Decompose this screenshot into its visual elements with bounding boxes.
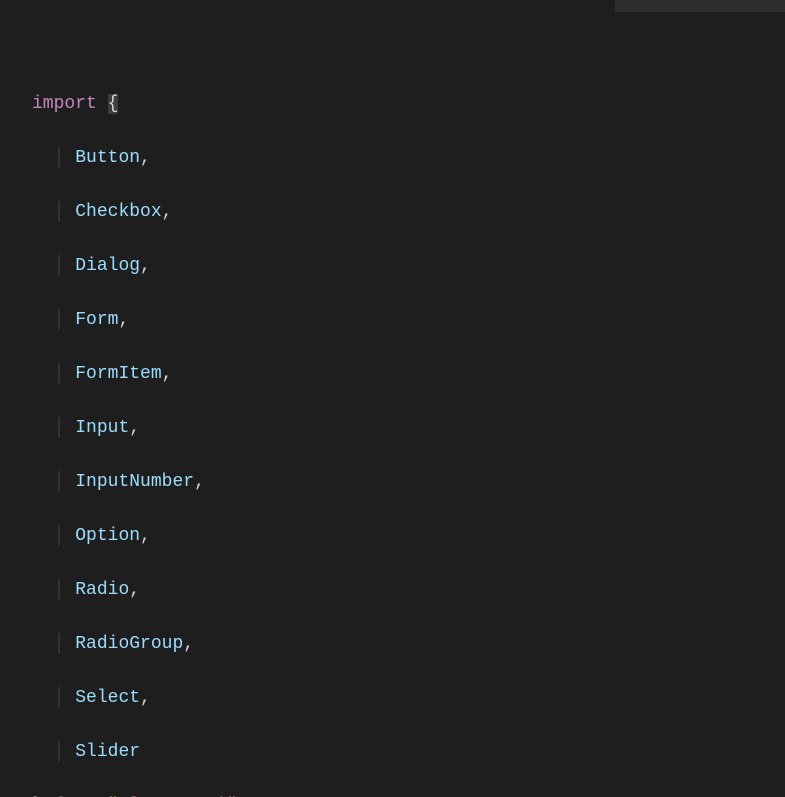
code-line: │ Option, xyxy=(32,523,785,550)
import-item: Form xyxy=(75,310,118,330)
import-item: FormItem xyxy=(75,364,161,384)
import-item: Dialog xyxy=(75,256,140,276)
code-line: │ Select, xyxy=(32,685,785,712)
import-item: Slider xyxy=(75,742,140,762)
code-line: │ InputNumber, xyxy=(32,469,785,496)
import-item: Checkbox xyxy=(75,202,161,222)
code-line: │ Form, xyxy=(32,307,785,334)
code-line: import { xyxy=(32,91,785,118)
import-item: Select xyxy=(75,688,140,708)
import-item: Radio xyxy=(75,580,129,600)
code-line: │ Dialog, xyxy=(32,253,785,280)
import-item: InputNumber xyxy=(75,472,194,492)
brace-open: { xyxy=(108,94,119,114)
code-line: │ Radio, xyxy=(32,577,785,604)
code-line: } from "element-ui"; xyxy=(32,793,785,797)
import-item: Option xyxy=(75,526,140,546)
import-item: RadioGroup xyxy=(75,634,183,654)
code-line: │ Input, xyxy=(32,415,785,442)
code-line: │ Checkbox, xyxy=(32,199,785,226)
code-line: │ Button, xyxy=(32,145,785,172)
code-editor[interactable]: import { │ Button, │ Checkbox, │ Dialog,… xyxy=(0,0,785,797)
minimap[interactable] xyxy=(615,0,785,12)
kw-import: import xyxy=(32,94,97,114)
import-item: Input xyxy=(75,418,129,438)
code-line: │ RadioGroup, xyxy=(32,631,785,658)
import-item: Button xyxy=(75,148,140,168)
code-line: │ FormItem, xyxy=(32,361,785,388)
code-line: │ Slider xyxy=(32,739,785,766)
